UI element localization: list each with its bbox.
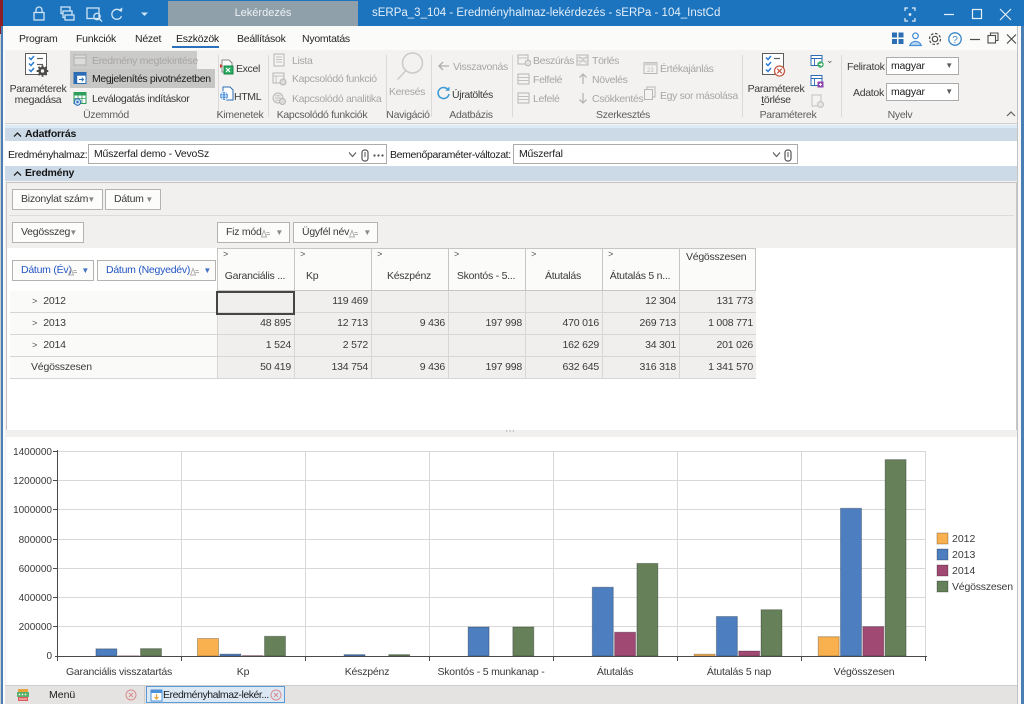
svg-text:1400000: 1400000 [13,447,52,458]
svg-text:Végösszesen: Végösszesen [834,666,895,678]
svg-text:Végösszesen: Végösszesen [952,581,1013,593]
svg-text:Kp: Kp [237,666,250,678]
svg-text:23: 23 [647,68,654,74]
svg-text:400000: 400000 [19,593,53,604]
svg-text:200000: 200000 [19,622,53,633]
svg-text:600000: 600000 [19,564,53,575]
svg-text:2012: 2012 [952,533,976,545]
svg-text:Skontós - 5 munkanap -: Skontós - 5 munkanap - [437,666,545,678]
svg-text:2013: 2013 [952,549,976,561]
svg-text:Készpénz: Készpénz [345,666,390,678]
svg-text:1000000: 1000000 [13,505,52,516]
svg-text:0: 0 [46,651,52,662]
svg-text:1200000: 1200000 [13,476,52,487]
svg-text:Átutalás: Átutalás [597,665,633,678]
svg-text:2014: 2014 [952,565,976,577]
svg-text:Átutalás 5 nap: Átutalás 5 nap [707,665,772,678]
svg-text:Garanciális visszatartás: Garanciális visszatartás [66,666,172,678]
svg-text:?: ? [952,35,958,46]
svg-text:800000: 800000 [19,535,53,546]
